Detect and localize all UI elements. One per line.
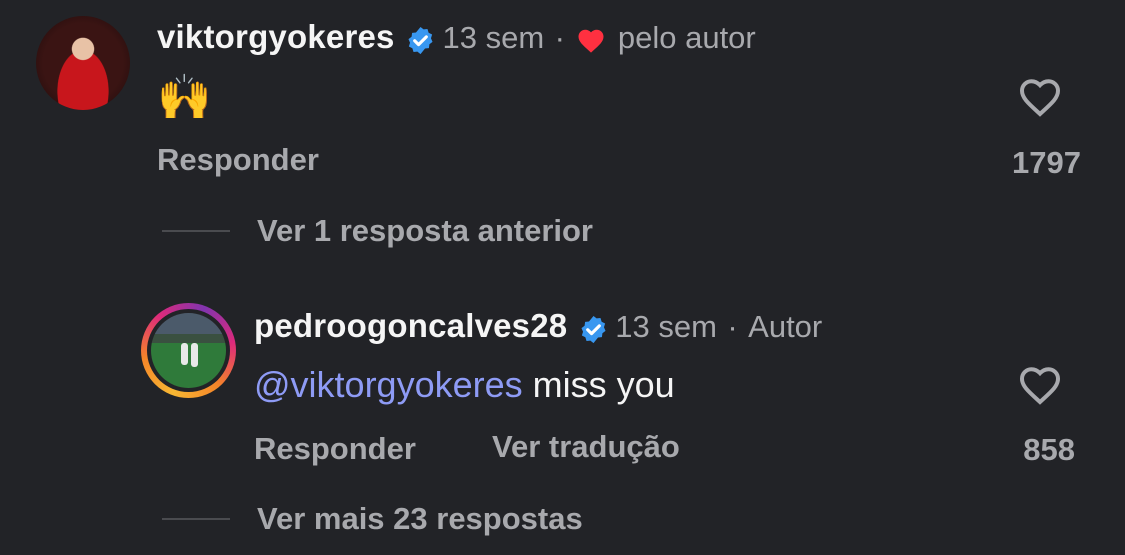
view-previous-replies-button[interactable]: Ver 1 resposta anterior (257, 213, 593, 249)
reply-button[interactable]: Responder (254, 431, 416, 467)
comment-header: viktorgyokeres 13 sem · pelo autor (157, 18, 756, 56)
reply-body: miss you (522, 364, 675, 405)
separator: · (727, 309, 738, 344)
author-tag: Autor (748, 309, 823, 344)
timestamp: 13 sem (615, 309, 717, 344)
translate-button[interactable]: Ver tradução (492, 429, 680, 465)
separator: · (554, 20, 565, 55)
player-figure (191, 343, 198, 367)
view-more-replies-button[interactable]: Ver mais 23 respostas (257, 501, 583, 537)
like-count: 1797 (1012, 145, 1081, 180)
player-figure (181, 343, 188, 365)
comment-text: 🙌 (157, 73, 212, 122)
heart-outline-icon[interactable] (1016, 74, 1064, 118)
avatar-gap (147, 309, 230, 392)
verified-badge-icon (408, 27, 433, 55)
verified-badge-icon (581, 316, 606, 344)
reply-header: pedroogoncalves28 13 sem · Autor (254, 307, 822, 345)
username[interactable]: pedroogoncalves28 (254, 307, 567, 344)
avatar-viktorgyokeres[interactable] (36, 16, 130, 110)
liked-heart-icon (578, 29, 604, 53)
avatar-image (151, 313, 226, 388)
timestamp: 13 sem (442, 20, 545, 55)
username[interactable]: viktorgyokeres (157, 18, 395, 55)
reply-text: @viktorgyokeres miss you (254, 364, 675, 406)
heart-outline-icon[interactable] (1016, 362, 1064, 406)
reply-button[interactable]: Responder (157, 142, 319, 178)
liked-by-author: pelo autor (617, 20, 756, 55)
mention-link[interactable]: @viktorgyokeres (254, 364, 523, 405)
divider-line (162, 518, 230, 520)
avatar-pedroogoncalves28[interactable] (141, 303, 236, 398)
like-count: 858 (1023, 432, 1075, 467)
divider-line (162, 230, 230, 232)
